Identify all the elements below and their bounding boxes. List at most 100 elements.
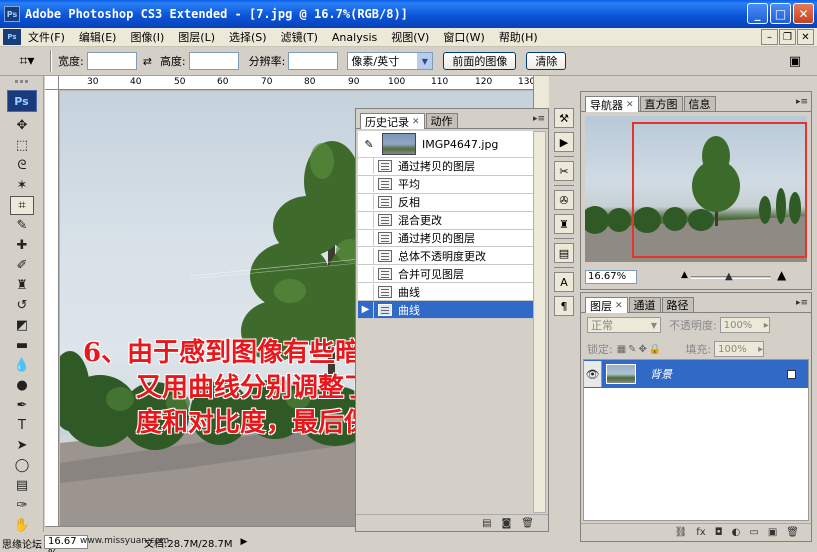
history-source-box[interactable] <box>358 194 374 211</box>
paragraph-dock-icon[interactable]: ¶ <box>554 296 574 316</box>
history-state-marker-icon[interactable]: ▶ <box>358 301 374 318</box>
panel-menu-icon[interactable]: ▸≡ <box>796 298 808 308</box>
swap-icon[interactable]: ⇄ <box>143 55 152 68</box>
lock-icons[interactable]: ▦✎✥🔒 <box>617 344 664 355</box>
type-tool-icon[interactable]: T <box>10 416 34 435</box>
history-item[interactable]: 通过拷贝的图层 <box>358 158 534 176</box>
zoom-out-icon[interactable]: ▲ <box>681 270 688 280</box>
tab-actions[interactable]: 动作 <box>425 113 458 128</box>
new-group-icon[interactable]: ▭ <box>749 527 758 538</box>
resolution-input[interactable] <box>288 52 339 70</box>
actions-dock-icon[interactable]: ▶ <box>554 132 574 152</box>
menu-analysis[interactable]: Analysis <box>325 31 384 44</box>
fill-input[interactable]: 100% ▸ <box>714 341 765 357</box>
path-selection-icon[interactable]: ➤ <box>10 436 34 455</box>
history-snapshot[interactable]: ✎ IMGP4647.jpg <box>358 131 534 157</box>
magic-wand-icon[interactable]: ✶ <box>10 176 34 195</box>
brush-tool-icon[interactable]: ✐ <box>10 256 34 275</box>
history-item[interactable]: 曲线 <box>358 283 534 302</box>
menu-select[interactable]: 选择(S) <box>222 29 274 45</box>
move-tool-icon[interactable]: ✥ <box>10 116 34 135</box>
tab-histogram[interactable]: 直方图 <box>639 96 683 111</box>
minimize-button[interactable]: _ <box>747 3 768 24</box>
crop-tool-preset-icon[interactable]: ⌗▾ <box>10 50 44 72</box>
slider-knob-icon[interactable]: ▲ <box>725 271 733 282</box>
layer-name[interactable]: 背景 <box>650 366 672 382</box>
front-image-button[interactable]: 前面的图像 <box>443 52 517 70</box>
navigator-preview[interactable] <box>585 116 807 262</box>
history-source-box[interactable] <box>358 212 374 229</box>
history-item[interactable]: 平均 <box>358 175 534 194</box>
resolution-unit-select[interactable]: 像素/英寸 ▼ <box>347 52 434 70</box>
lasso-tool-icon[interactable]: ᘓ <box>10 156 34 175</box>
history-item[interactable]: 通过拷贝的图层 <box>358 229 534 248</box>
menu-view[interactable]: 视图(V) <box>384 29 436 45</box>
layer-style-icon[interactable]: fx <box>696 527 705 538</box>
horizontal-ruler[interactable]: 30 40 50 60 70 80 90 100 110 120 130 <box>59 76 549 90</box>
menu-app-icon[interactable]: Ps <box>3 29 21 45</box>
zoom-in-icon[interactable]: ▲ <box>777 268 786 282</box>
tab-channels[interactable]: 通道 <box>628 297 661 312</box>
tool-presets-dock-icon[interactable]: ✂ <box>554 161 574 181</box>
clear-button[interactable]: 清除 <box>526 52 567 70</box>
history-brush-source-icon[interactable]: ✎ <box>360 136 378 152</box>
doc-minimize-icon[interactable]: – <box>761 29 778 45</box>
maximize-button[interactable]: □ <box>770 3 791 24</box>
dodge-tool-icon[interactable]: ● <box>10 376 34 395</box>
menu-edit[interactable]: 编辑(E) <box>72 29 124 45</box>
history-scrollbar[interactable] <box>533 131 546 513</box>
blur-tool-icon[interactable]: 💧 <box>10 356 34 375</box>
doc-close-icon[interactable]: ✕ <box>797 29 814 45</box>
link-layers-icon[interactable]: ⛓ <box>675 527 688 538</box>
ruler-origin[interactable] <box>45 76 59 90</box>
history-source-box[interactable] <box>358 265 374 282</box>
marquee-tool-icon[interactable]: ⬚ <box>10 136 34 155</box>
status-menu-icon[interactable]: ▶ <box>241 537 248 547</box>
vertical-ruler[interactable] <box>45 90 59 542</box>
menu-window[interactable]: 窗口(W) <box>436 29 491 45</box>
delete-layer-icon[interactable]: 🗑 <box>786 527 799 538</box>
blend-mode-select[interactable]: 正常 ▼ <box>587 317 661 333</box>
history-item[interactable]: 反相 <box>358 193 534 212</box>
workspace-icon[interactable]: ▣ <box>783 50 807 72</box>
menu-layer[interactable]: 图层(L) <box>171 29 222 45</box>
notes-tool-icon[interactable]: ▤ <box>10 476 34 495</box>
clone-stamp-icon[interactable]: ♜ <box>10 276 34 295</box>
history-source-box[interactable] <box>358 230 374 246</box>
history-brush-icon[interactable]: ↺ <box>10 296 34 315</box>
menu-image[interactable]: 图像(I) <box>123 29 171 45</box>
layer-mask-icon[interactable]: ◘ <box>715 527 723 538</box>
close-icon[interactable]: ✕ <box>615 301 623 311</box>
history-item[interactable]: 混合更改 <box>358 211 534 230</box>
delete-state-icon[interactable]: 🗑 <box>521 518 534 529</box>
healing-brush-icon[interactable]: ✚ <box>10 236 34 255</box>
history-source-box[interactable] <box>358 247 374 264</box>
height-input[interactable] <box>188 52 239 70</box>
navigator-view-box[interactable] <box>632 122 807 258</box>
tab-layers[interactable]: 图层 ✕ <box>585 297 628 313</box>
new-snapshot-icon[interactable]: ◙ <box>502 518 512 529</box>
crop-tool-icon[interactable]: ⌗ <box>10 196 34 215</box>
gradient-tool-icon[interactable]: ▬ <box>10 336 34 355</box>
menu-help[interactable]: 帮助(H) <box>492 29 545 45</box>
new-document-from-state-icon[interactable]: ▤ <box>482 518 491 529</box>
close-icon[interactable]: ✕ <box>412 117 420 127</box>
opacity-input[interactable]: 100% ▸ <box>719 317 770 333</box>
tab-navigator[interactable]: 导航器 ✕ <box>585 96 639 112</box>
tab-paths[interactable]: 路径 <box>661 297 694 312</box>
adjustment-layer-icon[interactable]: ◐ <box>732 527 741 538</box>
history-source-box[interactable] <box>358 176 374 193</box>
shape-tool-icon[interactable]: ◯ <box>10 456 34 475</box>
panel-menu-icon[interactable]: ▸≡ <box>796 97 808 107</box>
brushes-dock-icon[interactable]: ✇ <box>554 190 574 210</box>
doc-restore-icon[interactable]: ❐ <box>779 29 796 45</box>
eraser-tool-icon[interactable]: ◩ <box>10 316 34 335</box>
layer-row[interactable]: 👁 背景 <box>584 360 808 388</box>
tab-info[interactable]: 信息 <box>683 96 716 111</box>
layer-comps-dock-icon[interactable]: ▤ <box>554 243 574 263</box>
slice-tool-icon[interactable]: ✎ <box>10 216 34 235</box>
width-input[interactable] <box>86 52 137 70</box>
menu-file[interactable]: 文件(F) <box>21 29 72 45</box>
history-item[interactable]: 合并可见图层 <box>358 265 534 284</box>
history-item-selected[interactable]: ▶ 曲线 <box>358 301 534 320</box>
